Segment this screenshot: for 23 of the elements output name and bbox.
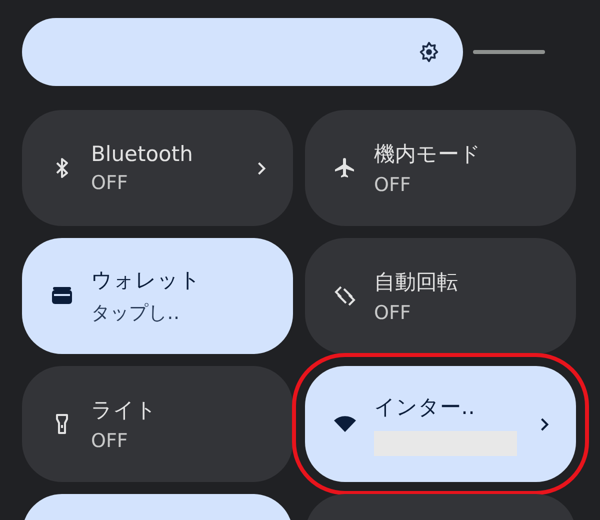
tile-title: ウォレット	[91, 267, 202, 294]
tile-status: OFF	[374, 302, 412, 324]
quick-settings-tile[interactable]: 機内モード OFF	[305, 110, 576, 226]
quick-settings-tile[interactable]: Bluetooth OFF	[22, 110, 293, 226]
tile-status: OFF	[91, 172, 129, 194]
rotate-icon	[333, 284, 357, 308]
tile-status: OFF	[374, 174, 412, 196]
quick-settings-tile[interactable]: 自動回転 OFF	[305, 238, 576, 354]
tile-title: ライト	[91, 397, 158, 424]
tile-status: OFF	[91, 430, 129, 452]
quick-settings-tile[interactable]: ライト OFF	[22, 366, 293, 482]
tile-title: インター‥	[374, 394, 476, 420]
brightness-slider[interactable]	[22, 18, 545, 86]
chevron-icon	[539, 416, 550, 432]
tile-title: 自動回転	[374, 269, 459, 296]
chevron-icon	[256, 160, 267, 176]
tile-title: Bluetooth	[91, 142, 194, 166]
airplane-icon	[333, 156, 357, 180]
brightness-icon	[418, 41, 440, 63]
tile-status: タップし‥	[91, 301, 181, 326]
tile-title: 機内モード	[374, 141, 482, 168]
quick-settings-tile[interactable]: ウォレット タップし‥	[22, 238, 293, 354]
quick-settings-tile[interactable]: インター‥	[305, 366, 576, 482]
